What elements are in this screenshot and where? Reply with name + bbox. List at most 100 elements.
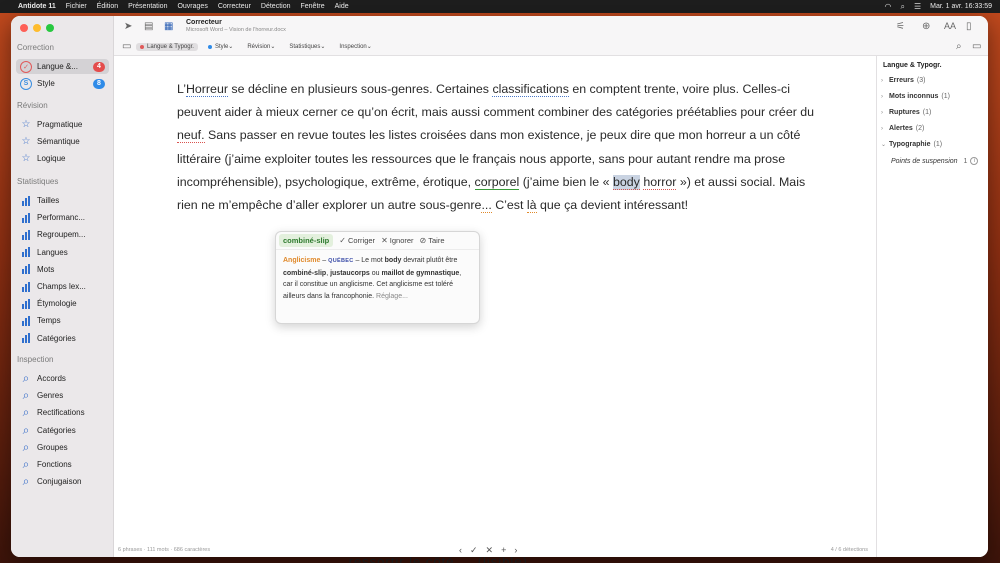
control-center-icon[interactable]: ☰ xyxy=(914,2,921,11)
panel-item-erreurs[interactable]: › Erreurs (3) xyxy=(881,77,925,84)
menu-correcteur[interactable]: Correcteur xyxy=(218,3,251,10)
sidebar-item-stat-0[interactable]: Tailles xyxy=(16,193,109,208)
star-icon: ☆ xyxy=(21,153,31,164)
sidebar-item-label: Catégories xyxy=(37,333,76,343)
tab-revision[interactable]: Révision ⌄ xyxy=(243,42,279,51)
zoom-button[interactable] xyxy=(46,24,54,32)
sidebar-item-stat-1[interactable]: Performanc... xyxy=(16,210,109,225)
sidebar-item-inspection-3[interactable]: ⌕ Catégories xyxy=(16,423,109,438)
section-revision: Révision xyxy=(17,101,48,110)
document-icon[interactable]: ▤ xyxy=(144,21,153,32)
menu-fichier[interactable]: Fichier xyxy=(66,3,87,10)
sidebar-item-label: Accords xyxy=(37,374,66,383)
settings-sliders-icon[interactable]: ⚟ xyxy=(896,21,905,32)
sidebar-item-inspection-1[interactable]: ⌕ Genres xyxy=(16,388,109,403)
word-icon[interactable]: ▦ xyxy=(164,21,173,32)
sidebar-item-inspection-2[interactable]: ⌕ Rectifications xyxy=(16,405,109,420)
suggestion-button[interactable]: combiné-slip xyxy=(279,234,334,247)
right-panel-icon[interactable]: ▭ xyxy=(972,41,981,52)
check-circle-icon: ✓ xyxy=(20,60,32,73)
sidebar-item-semantique[interactable]: ☆ Sémantique xyxy=(16,134,109,149)
panel-item-ruptures[interactable]: › Ruptures (1) xyxy=(881,109,931,116)
flag-ellipsis[interactable]: ... xyxy=(481,198,492,214)
sidebar-item-stat-7[interactable]: Temps xyxy=(16,313,109,328)
sidebar-item-stat-3[interactable]: Langues xyxy=(16,245,109,260)
tab-langue[interactable]: Langue & Typogr. xyxy=(136,42,198,51)
font-size-button[interactable]: AA xyxy=(944,21,956,31)
silence-button[interactable]: ⊘ Taire xyxy=(420,236,445,245)
chevron-right-icon: › xyxy=(881,93,883,100)
magnifier-icon: ⌕ xyxy=(22,388,30,403)
flag-classifications[interactable]: classifications xyxy=(492,82,569,97)
search-icon[interactable]: ⌕ xyxy=(956,41,962,52)
menu-edition[interactable]: Édition xyxy=(97,3,118,10)
tab-style[interactable]: Style ⌄ xyxy=(204,42,237,51)
flag-horreur[interactable]: Horreur xyxy=(185,82,228,97)
antidote-window: Correction ✓ Langue &... 4 S Style 8 Rév… xyxy=(11,16,988,557)
sidebar-item-langue[interactable]: ✓ Langue &... 4 xyxy=(16,59,109,74)
document-area[interactable]: L’Horreur se décline en plusieurs sous-g… xyxy=(114,56,876,557)
sidebar-toggle-icon[interactable]: ▭ xyxy=(122,41,131,52)
menu-aide[interactable]: Aide xyxy=(335,3,349,10)
document-text[interactable]: L’Horreur se décline en plusieurs sous-g… xyxy=(177,78,822,217)
flag-corporel[interactable]: corporel xyxy=(474,174,520,190)
sidebar-item-label: Tailles xyxy=(37,196,60,205)
flag-la[interactable]: là xyxy=(526,198,537,214)
star-icon: ☆ xyxy=(21,136,31,147)
sidebar-item-inspection-4[interactable]: ⌕ Groupes xyxy=(16,440,109,455)
menu-detection[interactable]: Détection xyxy=(261,3,291,10)
document-name: Microsoft Word – Vision de l'horreur.doc… xyxy=(186,27,286,33)
bar-chart-icon xyxy=(20,332,32,344)
toolbar: ▭ ➤ ▤ ▦ Correcteur Microsoft Word – Visi… xyxy=(114,16,988,56)
panel-subitem-points-suspension[interactable]: Points de suspension 1 i xyxy=(891,157,979,165)
close-button[interactable] xyxy=(20,24,28,32)
correct-button[interactable]: ✓ Corriger xyxy=(339,236,375,245)
menubar-datetime[interactable]: Mar. 1 avr. 16:33:59 xyxy=(930,3,992,10)
flag-horror[interactable]: horror xyxy=(643,174,677,190)
next-icon[interactable]: › xyxy=(514,545,517,556)
flag-body[interactable]: body xyxy=(612,174,640,190)
bar-chart-icon xyxy=(20,229,32,241)
popup-explanation: Anglicisme – QUÉBEC – Le mot body devrai… xyxy=(283,257,462,300)
accept-icon[interactable]: ✓ xyxy=(470,545,478,556)
search-icon[interactable]: ⌕ xyxy=(900,2,904,12)
sidebar-item-inspection-0[interactable]: ⌕ Accords xyxy=(16,371,109,386)
sidebar-item-style[interactable]: S Style 8 xyxy=(16,76,109,91)
sidebar-item-inspection-6[interactable]: ⌕ Conjugaison xyxy=(16,474,109,489)
add-icon[interactable]: + xyxy=(501,545,506,556)
panel-item-alertes[interactable]: › Alertes (2) xyxy=(881,125,924,132)
sidebar-item-stat-4[interactable]: Mots xyxy=(16,262,109,277)
tab-inspection[interactable]: Inspection ⌄ xyxy=(335,42,375,51)
tab-statistiques[interactable]: Statistiques ⌄ xyxy=(285,42,329,51)
send-icon[interactable]: ➤ xyxy=(124,21,132,32)
bar-chart-icon xyxy=(20,212,32,224)
panel-toggle-icon[interactable]: ▯ xyxy=(966,21,972,32)
panel-item-mots-inconnus[interactable]: › Mots inconnus (1) xyxy=(881,93,950,100)
flag-neuf[interactable]: neuf. xyxy=(177,128,205,144)
panel-item-typographie[interactable]: ⌄ Typographie (1) xyxy=(881,141,942,148)
menu-ouvrages[interactable]: Ouvrages xyxy=(177,3,207,10)
sidebar-item-stat-8[interactable]: Catégories xyxy=(16,331,109,346)
ignore-button[interactable]: ✕ Ignorer xyxy=(381,236,413,245)
sidebar-item-stat-5[interactable]: Champs lex... xyxy=(16,279,109,294)
settings-link[interactable]: Réglage... xyxy=(376,293,408,300)
menu-app[interactable]: Antidote 11 xyxy=(18,3,56,10)
menu-fenetre[interactable]: Fenêtre xyxy=(300,3,324,10)
prohibit-icon: ⊘ xyxy=(419,236,427,245)
magnifier-icon: ⌕ xyxy=(22,474,30,489)
sidebar-item-label: Langues xyxy=(37,247,68,257)
previous-icon[interactable]: ‹ xyxy=(459,545,462,556)
sidebar-item-pragmatique[interactable]: ☆ Pragmatique xyxy=(16,117,109,132)
window-controls xyxy=(20,24,54,32)
reject-icon[interactable]: ✕ xyxy=(486,545,494,556)
sidebar-item-logique[interactable]: ☆ Logique xyxy=(16,151,109,166)
chevron-down-icon: ⌄ xyxy=(881,142,887,148)
menu-presentation[interactable]: Présentation xyxy=(128,3,167,10)
minimize-button[interactable] xyxy=(33,24,41,32)
puzzle-icon[interactable]: ⊕ xyxy=(922,21,930,32)
sidebar-item-stat-6[interactable]: Étymologie xyxy=(16,296,109,311)
wifi-icon[interactable]: ◠ xyxy=(884,2,891,11)
sidebar-item-inspection-5[interactable]: ⌕ Fonctions xyxy=(16,457,109,472)
bar-chart-icon xyxy=(20,315,32,327)
sidebar-item-stat-2[interactable]: Regroupem... xyxy=(16,227,109,242)
